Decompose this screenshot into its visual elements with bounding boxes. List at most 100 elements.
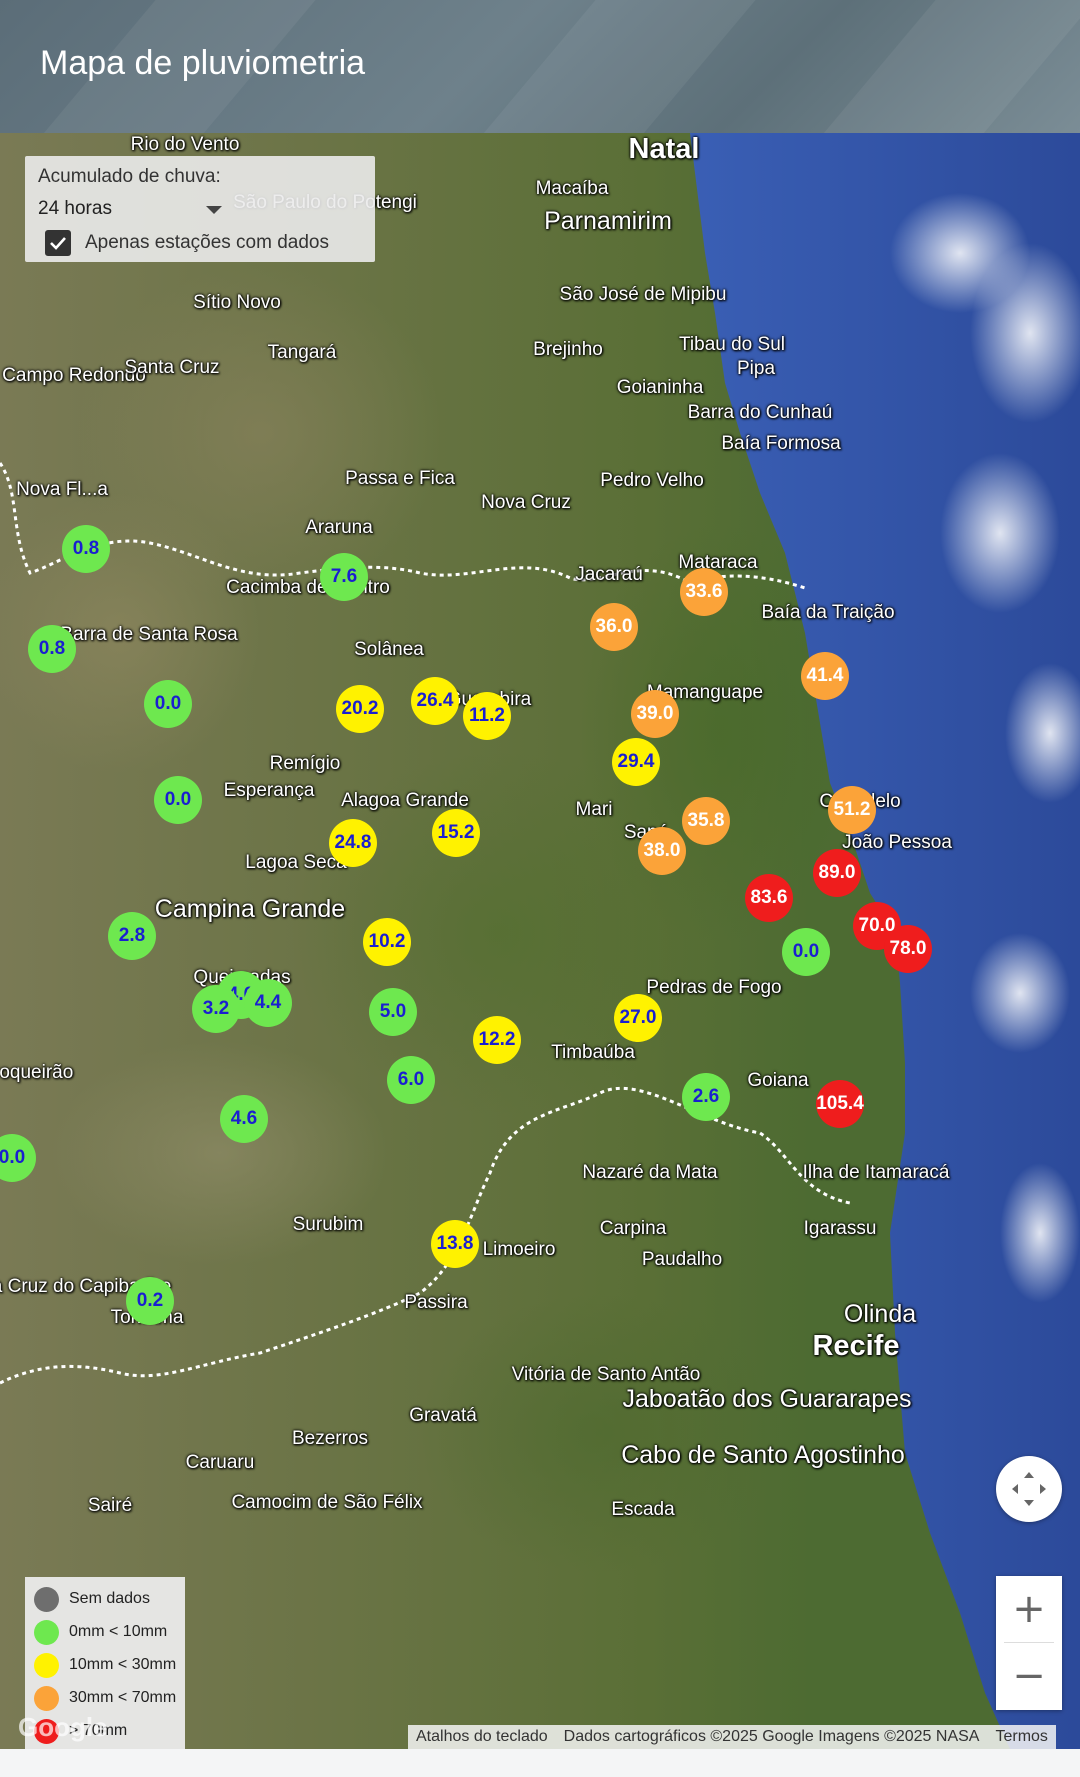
station-marker[interactable]: 12.2	[473, 1016, 521, 1064]
station-marker[interactable]: 78.0	[884, 925, 932, 973]
only-with-data-label: Apenas estações com dados	[85, 232, 329, 253]
station-marker[interactable]: 27.0	[614, 994, 662, 1042]
station-marker[interactable]: 0.0	[154, 776, 202, 824]
map-label: Sítio Novo	[193, 292, 281, 313]
map-label: Igarassu	[803, 1218, 877, 1239]
map-label: Carpina	[599, 1218, 667, 1239]
station-marker[interactable]: 0.8	[62, 525, 110, 573]
map-label: Ilha de Itamaracá	[802, 1162, 950, 1183]
station-marker[interactable]: 3.2	[192, 985, 240, 1033]
map-label: Pedras de Fogo	[646, 977, 782, 998]
station-marker[interactable]: 83.6	[745, 874, 793, 922]
legend-item-30-70: 30mm < 70mm	[34, 1684, 176, 1712]
legend-dot	[34, 1652, 59, 1678]
map-label: Macaíba	[535, 178, 609, 199]
map-label: Tibau do Sul	[679, 334, 785, 355]
station-marker[interactable]: 6.0	[387, 1056, 435, 1104]
checkmark-icon	[50, 237, 66, 250]
zoom-controls: + −	[996, 1576, 1062, 1710]
map-label: Parnamirim	[544, 207, 672, 235]
station-marker[interactable]: 26.4	[411, 677, 459, 725]
map-label: Mataraca	[678, 552, 758, 573]
station-marker[interactable]: 38.0	[638, 827, 686, 875]
accumulation-select-value: 24 horas	[38, 198, 112, 219]
map-label: Nova Fl...a	[16, 479, 108, 500]
map-label: Baía Formosa	[721, 433, 841, 454]
legend-item-no-data: Sem dados	[34, 1585, 150, 1613]
legend-dot	[34, 1685, 59, 1711]
station-marker[interactable]: 4.6	[220, 1095, 268, 1143]
station-marker[interactable]: 0.0	[144, 680, 192, 728]
attribution-bar: Atalhos do teclado Dados cartográficos ©…	[408, 1725, 1056, 1749]
map-label: Vitória de Santo Antão	[511, 1364, 701, 1385]
zoom-in-button[interactable]: +	[996, 1576, 1062, 1642]
station-marker[interactable]: 39.0	[631, 690, 679, 738]
station-marker[interactable]: 41.4	[801, 652, 849, 700]
map-label: Passira	[404, 1292, 468, 1313]
map-label: Cabo de Santo Agostinho	[621, 1441, 905, 1469]
station-marker[interactable]: 33.6	[680, 568, 728, 616]
map-label: Jacaraú	[575, 564, 643, 585]
station-marker[interactable]: 2.6	[682, 1073, 730, 1121]
accumulation-select[interactable]: 24 horas	[38, 198, 222, 224]
map-label: Jaboatão dos Guararapes	[622, 1385, 912, 1413]
terms-link[interactable]: Termos	[987, 1728, 1055, 1746]
only-with-data-checkbox[interactable]	[45, 230, 71, 256]
map-label: Olinda	[843, 1300, 917, 1328]
map-label: Nova Cruz	[481, 492, 571, 513]
station-marker[interactable]: 13.8	[431, 1220, 479, 1268]
recenter-button[interactable]	[996, 1456, 1062, 1522]
legend-item-0-10: 0mm < 10mm	[34, 1618, 167, 1646]
map-label: Boqueirão	[0, 1062, 74, 1083]
station-marker[interactable]: 11.2	[463, 692, 511, 740]
station-marker[interactable]: 7.6	[320, 553, 368, 601]
map-label: Bezerros	[291, 1428, 369, 1449]
google-logo: Google	[18, 1712, 108, 1742]
map-label: Goiana	[747, 1070, 809, 1091]
station-marker[interactable]: 2.8	[108, 912, 156, 960]
station-marker[interactable]: 89.0	[813, 849, 861, 897]
station-marker[interactable]: 36.0	[590, 603, 638, 651]
map-label: Tangará	[267, 342, 337, 363]
station-marker[interactable]: 24.8	[329, 819, 377, 867]
legend-label: 10mm < 30mm	[69, 1656, 177, 1673]
map-data-attribution: Dados cartográficos ©2025 Google Imagens…	[563, 1728, 980, 1745]
station-marker[interactable]: 29.4	[612, 738, 660, 786]
map-label: Solânea	[354, 639, 424, 660]
keyboard-shortcuts-link[interactable]: Atalhos do teclado	[408, 1728, 556, 1746]
zoom-out-button[interactable]: −	[996, 1643, 1062, 1709]
filter-panel: Acumulado de chuva: 24 horas Apenas esta…	[25, 156, 375, 262]
map-label: Timbaúba	[551, 1042, 635, 1063]
map-label: Remígio	[269, 753, 341, 774]
map-label: Sairé	[87, 1495, 133, 1516]
map-label: Surubim	[292, 1214, 364, 1235]
accumulation-label: Acumulado de chuva:	[38, 166, 221, 187]
map-label: Natal	[628, 133, 700, 165]
station-marker[interactable]: 5.0	[369, 988, 417, 1036]
station-marker[interactable]: 0.0	[782, 928, 830, 976]
map-label: Camocim de São Félix	[231, 1492, 423, 1513]
station-marker[interactable]: 0.2	[126, 1277, 174, 1325]
header-decoration	[750, 0, 1080, 133]
station-marker[interactable]: 10.2	[363, 918, 411, 966]
map-label: Caruaru	[185, 1452, 255, 1473]
station-marker[interactable]: 51.2	[828, 786, 876, 834]
station-marker[interactable]: 15.2	[432, 809, 480, 857]
station-marker[interactable]: 35.8	[682, 797, 730, 845]
station-marker[interactable]: 105.4	[816, 1080, 864, 1128]
header-decoration	[410, 0, 790, 133]
bottom-bar	[0, 1749, 1080, 1777]
station-marker[interactable]: 20.2	[336, 685, 384, 733]
page-title: Mapa de pluviometria	[40, 44, 366, 82]
map-label: Araruna	[305, 517, 373, 538]
map-label: Pedro Velho	[600, 470, 704, 491]
station-marker[interactable]: 4.4	[244, 979, 292, 1027]
map-label: Passa e Fica	[345, 468, 455, 489]
legend-dot	[34, 1619, 59, 1645]
rainfall-map[interactable]: NatalRio do VentoMacaíbaParnamirimSão Pa…	[0, 133, 1080, 1749]
map-label: Brejinho	[533, 339, 603, 360]
legend-item-10-30: 10mm < 30mm	[34, 1651, 176, 1679]
map-label: Barra de Santa Rosa	[60, 624, 238, 645]
recenter-icon	[1012, 1472, 1046, 1506]
station-marker[interactable]: 0.8	[28, 625, 76, 673]
